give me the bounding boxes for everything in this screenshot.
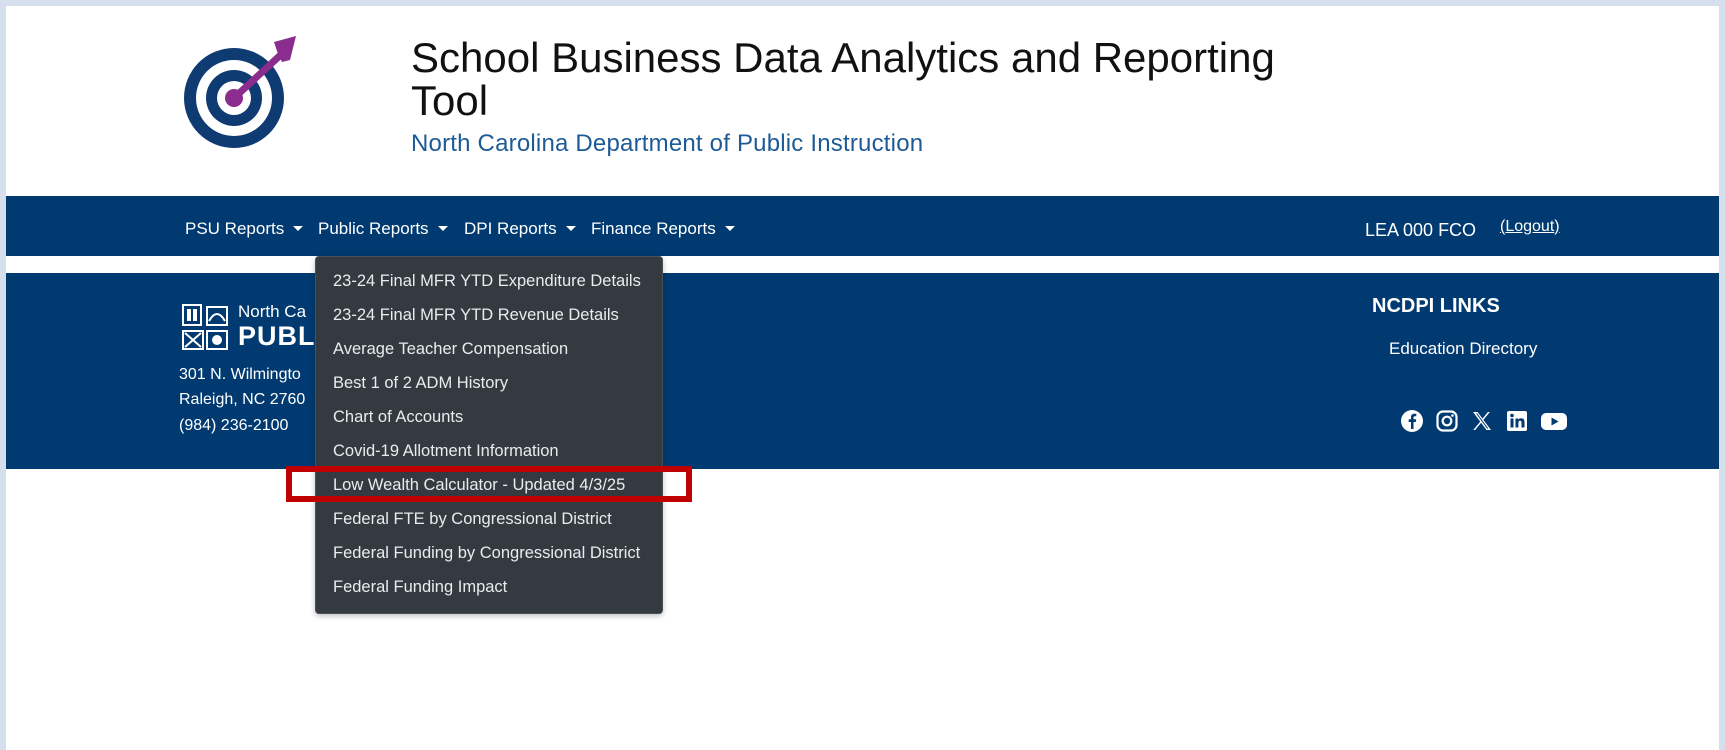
caret-down-icon: [565, 226, 576, 231]
menu-item-revenue-details[interactable]: 23-24 Final MFR YTD Revenue Details: [333, 300, 619, 330]
nav-label: DPI Reports: [464, 219, 557, 238]
menu-item-expenditure-details[interactable]: 23-24 Final MFR YTD Expenditure Details: [333, 266, 641, 296]
page-title: School Business Data Analytics and Repor…: [411, 34, 1275, 124]
menu-item-federal-funding-district[interactable]: Federal Funding by Congressional Distric…: [333, 538, 640, 568]
nav-psu-reports[interactable]: PSU Reports: [185, 219, 304, 239]
org-name-large: PUBLI: [238, 321, 324, 351]
page-subtitle: North Carolina Department of Public Inst…: [411, 130, 924, 157]
address-line-2: Raleigh, NC 2760: [179, 391, 306, 408]
nav-label: Finance Reports: [591, 219, 716, 238]
phone-number: (984) 236-2100: [179, 417, 289, 434]
x-icon[interactable]: [1470, 409, 1494, 433]
linkedin-icon[interactable]: [1505, 409, 1529, 433]
menu-item-teacher-compensation[interactable]: Average Teacher Compensation: [333, 334, 568, 364]
nav-public-reports[interactable]: Public Reports: [318, 219, 448, 239]
links-heading: NCDPI LINKS: [1372, 295, 1500, 317]
logout-link[interactable]: (Logout): [1500, 218, 1560, 236]
address-line-1: 301 N. Wilmingto: [179, 366, 301, 383]
user-label: LEA 000 FCO: [1365, 220, 1477, 240]
footer: North Ca PUBLI 301 N. Wilmingto Raleigh,…: [6, 273, 1719, 469]
ncdpi-logo-icon: [182, 304, 228, 350]
nav-label: PSU Reports: [185, 219, 285, 238]
public-reports-dropdown: 23-24 Final MFR YTD Expenditure Details …: [315, 256, 663, 614]
menu-item-chart-of-accounts[interactable]: Chart of Accounts: [333, 402, 463, 432]
page: School Business Data Analytics and Repor…: [6, 6, 1719, 750]
facebook-icon[interactable]: [1400, 409, 1424, 433]
target-dart-icon: [184, 36, 296, 148]
caret-down-icon: [724, 226, 735, 231]
instagram-icon[interactable]: [1435, 409, 1459, 433]
main-navbar: PSU Reports Public Reports DPI Reports F…: [6, 196, 1719, 256]
nav-finance-reports[interactable]: Finance Reports: [591, 219, 735, 239]
menu-item-covid-allotment[interactable]: Covid-19 Allotment Information: [333, 436, 559, 466]
highlight-box: [286, 466, 692, 502]
menu-item-federal-funding-impact[interactable]: Federal Funding Impact: [333, 572, 507, 602]
menu-item-federal-fte[interactable]: Federal FTE by Congressional District: [333, 504, 612, 534]
youtube-icon[interactable]: [1540, 409, 1568, 433]
education-directory-link[interactable]: Education Directory: [1389, 339, 1537, 359]
menu-item-adm-history[interactable]: Best 1 of 2 ADM History: [333, 368, 508, 398]
nav-dpi-reports[interactable]: DPI Reports: [464, 219, 576, 239]
org-name-small: North Ca: [238, 302, 307, 321]
caret-down-icon: [293, 226, 304, 231]
logout-label: Logout: [1505, 218, 1555, 235]
nav-label: Public Reports: [318, 219, 429, 238]
caret-down-icon: [437, 226, 448, 231]
